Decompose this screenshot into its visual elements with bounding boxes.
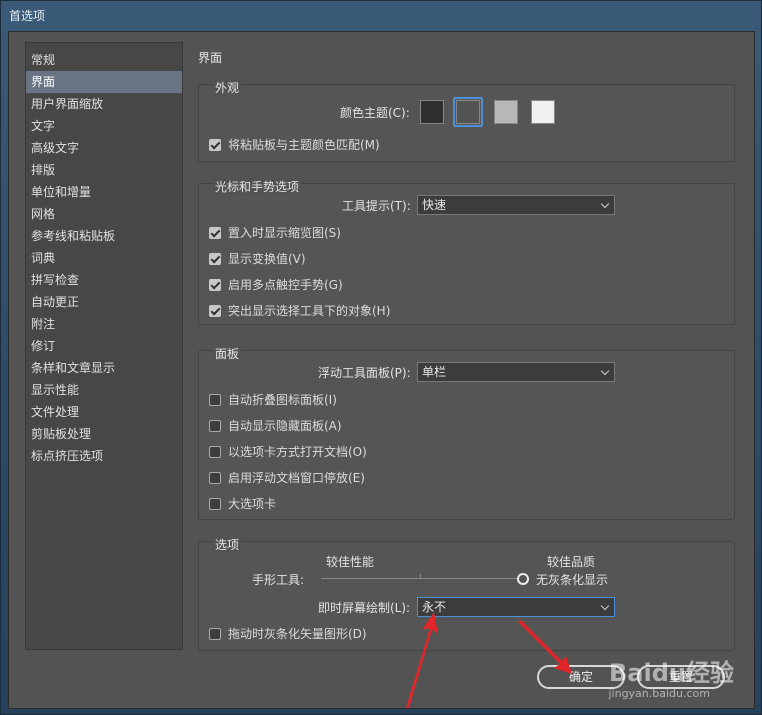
open-as-tabs-checkbox[interactable]: 以选项卡方式打开文档(O): [209, 443, 367, 460]
checkbox-box[interactable]: [209, 419, 221, 432]
checkbox-box[interactable]: [209, 278, 221, 291]
floating-dock-checkbox[interactable]: 启用浮动文档窗口停放(E): [209, 469, 365, 486]
panels-group: 面板 浮动工具面板(P): 单栏 自动折叠图标面板(I) 自动显示隐藏面板(A)…: [198, 345, 735, 520]
checkbox-box[interactable]: [209, 304, 221, 317]
appearance-group: 外观 颜色主题(C): 将粘贴板与主题颜色匹配(M): [198, 79, 735, 162]
window-title: 首选项: [9, 9, 46, 23]
checkbox-box[interactable]: [209, 497, 221, 510]
annotation-arrow-icon: [406, 612, 438, 708]
tooltips-value: 快速: [422, 198, 447, 212]
floating-panel-select[interactable]: 单栏: [417, 362, 615, 382]
auto-show-hidden-checkbox[interactable]: 自动显示隐藏面板(A): [209, 417, 342, 434]
checkbox-box[interactable]: [209, 252, 221, 265]
checkbox-box[interactable]: [209, 445, 221, 458]
watermark-url: jingyan.baidu.com: [608, 687, 710, 700]
options-group: 选项 较佳性能 较佳品质 手形工具: 无灰条化显示 即时屏幕绘制(L): 永不 …: [198, 536, 735, 651]
show-thumbnail-checkbox[interactable]: 置入时显示缩览图(S): [209, 224, 341, 241]
cursor-group-title: 光标和手势选项: [213, 178, 302, 195]
page-title: 界面: [198, 51, 223, 65]
checkbox-label: 自动显示隐藏面板(A): [228, 419, 342, 433]
better-quality-label: 较佳品质: [547, 555, 596, 569]
appearance-group-title: 外观: [213, 79, 242, 96]
checkbox-label: 启用浮动文档窗口停放(E): [228, 471, 365, 485]
sidebar-item[interactable]: 条样和文章显示: [26, 357, 182, 379]
sidebar-item[interactable]: 网格: [26, 203, 182, 225]
checkbox-label: 启用多点触控手势(G): [228, 278, 343, 292]
sidebar-item[interactable]: 词典: [26, 247, 182, 269]
match-pasteboard-checkbox[interactable]: 将粘贴板与主题颜色匹配(M): [209, 136, 380, 153]
highlight-object-checkbox[interactable]: 突出显示选择工具下的对象(H): [209, 302, 390, 319]
checkbox-box[interactable]: [209, 393, 221, 406]
checkbox-box[interactable]: [209, 226, 221, 239]
checkbox-label: 置入时显示缩览图(S): [228, 226, 341, 240]
theme-swatch-darkest[interactable]: [420, 100, 444, 124]
category-list: 常规 界面 用户界面缩放 文字 高级文字 排版 单位和增量 网格 参考线和粘贴板 词典 拼写检查 自动…: [25, 42, 183, 650]
greek-vector-checkbox[interactable]: 拖动时灰条化矢量图形(D): [209, 625, 367, 642]
dialog-body: 常规 界面 用户界面缩放 文字 高级文字 排版 单位和增量 网格 参考线和粘贴板 词典 拼写检查 自动…: [8, 31, 755, 709]
live-draw-select[interactable]: 永不: [417, 597, 615, 617]
hand-tool-label: 手形工具:: [252, 573, 305, 587]
sidebar-item[interactable]: 显示性能: [26, 379, 182, 401]
match-pasteboard-label: 将粘贴板与主题颜色匹配(M): [228, 138, 380, 152]
floating-panel-label: 浮动工具面板(P):: [318, 366, 411, 380]
sidebar-item[interactable]: 用户界面缩放: [26, 93, 182, 115]
tooltips-label: 工具提示(T):: [342, 199, 411, 213]
checkbox-label: 突出显示选择工具下的对象(H): [228, 304, 391, 318]
better-performance-label: 较佳性能: [326, 555, 375, 569]
preferences-window: 首选项 常规 界面 用户界面缩放 文字 高级文字 排版 单位和增量 网格 参考线和粘贴板 词典 拼写…: [0, 0, 762, 715]
multitouch-checkbox[interactable]: 启用多点触控手势(G): [209, 276, 343, 293]
panels-group-title: 面板: [213, 345, 242, 362]
sidebar-item[interactable]: 界面: [26, 71, 182, 93]
sidebar-item[interactable]: 排版: [26, 159, 182, 181]
sidebar-item[interactable]: 修订: [26, 335, 182, 357]
show-transform-checkbox[interactable]: 显示变换值(V): [209, 250, 306, 267]
watermark-logo: Baidu经验: [609, 659, 734, 687]
sidebar-item[interactable]: 文字: [26, 115, 182, 137]
sidebar-item[interactable]: 常规: [26, 49, 182, 71]
large-tabs-checkbox[interactable]: 大选项卡: [209, 495, 276, 512]
no-greek-label: 无灰条化显示: [536, 573, 609, 587]
sidebar-item[interactable]: 剪贴板处理: [26, 423, 182, 445]
slider-tick: [420, 574, 421, 579]
chevron-down-icon: [600, 199, 610, 209]
chevron-down-icon: [600, 366, 610, 376]
options-group-title: 选项: [213, 536, 242, 553]
checkbox-box[interactable]: [209, 138, 221, 151]
floating-panel-value: 单栏: [422, 365, 447, 379]
title-bar: 首选项: [1, 1, 761, 31]
sidebar-item[interactable]: 拼写检查: [26, 269, 182, 291]
checkbox-label: 拖动时灰条化矢量图形(D): [228, 627, 367, 641]
sidebar-item[interactable]: 参考线和粘贴板: [26, 225, 182, 247]
sidebar-item[interactable]: 自动更正: [26, 291, 182, 313]
sidebar-item[interactable]: 附注: [26, 313, 182, 335]
sidebar-item[interactable]: 高级文字: [26, 137, 182, 159]
checkbox-label: 大选项卡: [228, 497, 277, 511]
checkbox-label: 显示变换值(V): [228, 252, 306, 266]
cursor-gesture-group: 光标和手势选项 工具提示(T): 快速 置入时显示缩览图(S) 显示变换值(V)…: [198, 178, 735, 325]
annotation-arrow-icon: [518, 620, 572, 674]
theme-swatch-dark[interactable]: [456, 100, 480, 124]
checkbox-label: 自动折叠图标面板(I): [228, 393, 337, 407]
color-theme-label: 颜色主题(C):: [340, 106, 410, 120]
theme-swatch-light[interactable]: [531, 100, 555, 124]
theme-swatch-medium-light[interactable]: [494, 100, 518, 124]
sidebar-item[interactable]: 文件处理: [26, 401, 182, 423]
tooltips-select[interactable]: 快速: [417, 195, 615, 215]
checkbox-label: 以选项卡方式打开文档(O): [228, 445, 367, 459]
auto-collapse-checkbox[interactable]: 自动折叠图标面板(I): [209, 391, 337, 408]
hand-tool-slider-knob[interactable]: [517, 573, 529, 585]
sidebar-item[interactable]: 单位和增量: [26, 181, 182, 203]
sidebar-item[interactable]: 标点挤压选项: [26, 445, 182, 467]
checkbox-box[interactable]: [209, 471, 221, 484]
chevron-down-icon: [600, 601, 610, 611]
checkbox-box[interactable]: [209, 627, 221, 640]
